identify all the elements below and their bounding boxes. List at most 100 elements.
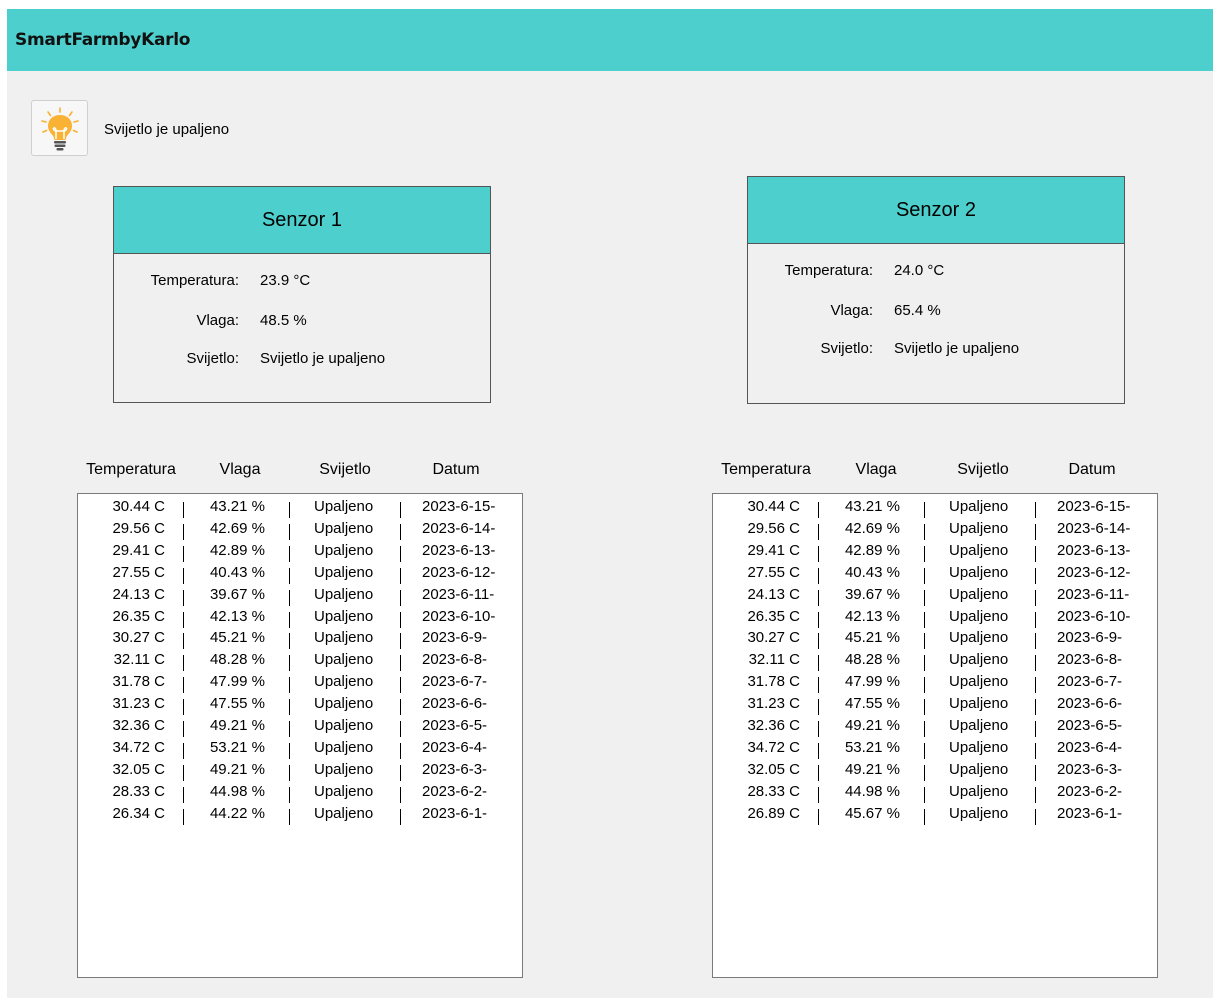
list-item[interactable]: 24.13 C 39.67 % Upaljeno 2023-6-11- xyxy=(78,586,522,608)
list-item[interactable]: 32.11 C 48.28 % Upaljeno 2023-6-8- xyxy=(78,651,522,673)
column-separator xyxy=(289,677,290,694)
cell-light: Upaljeno xyxy=(314,585,374,603)
list-item[interactable]: 29.41 C 42.89 % Upaljeno 2023-6-13- xyxy=(78,542,522,564)
list-item[interactable]: 30.27 C 45.21 % Upaljeno 2023-6-9- xyxy=(78,629,522,651)
column-separator xyxy=(400,699,401,716)
cell-humidity: 53.21 % xyxy=(209,738,265,756)
history-list-sensor-2[interactable]: 30.44 C 43.21 % Upaljeno 2023-6-15- 29.56 C 4… xyxy=(712,493,1158,978)
list-item[interactable]: 26.89 C 45.67 % Upaljeno 2023-6-1- xyxy=(713,805,1157,827)
cell-temperature: 30.27 C xyxy=(747,629,800,647)
column-separator xyxy=(924,502,925,518)
column-separator xyxy=(1035,545,1036,562)
list-item[interactable]: 27.55 C 40.43 % Upaljeno 2023-6-12- xyxy=(713,564,1157,586)
cell-date: 2023-6-14- xyxy=(422,519,496,537)
cell-date: 2023-6-3- xyxy=(422,760,488,778)
cell-light: Upaljeno xyxy=(949,782,1009,800)
list-item[interactable]: 29.41 C 42.89 % Upaljeno 2023-6-13- xyxy=(713,542,1157,564)
column-separator xyxy=(1035,764,1036,781)
column-separator xyxy=(924,699,925,716)
list-item[interactable]: 29.56 C 42.69 % Upaljeno 2023-6-14- xyxy=(713,520,1157,542)
column-separator xyxy=(289,655,290,672)
column-separator xyxy=(818,633,819,650)
cell-temperature: 26.89 C xyxy=(747,804,800,822)
list-item[interactable]: 30.27 C 45.21 % Upaljeno 2023-6-9- xyxy=(713,629,1157,651)
cell-date: 2023-6-8- xyxy=(1057,651,1123,669)
sensor-2-card: Senzor 2 Temperatura: 24.0 °C Vlaga: 65.… xyxy=(747,176,1125,404)
cell-humidity: 42.69 % xyxy=(844,519,900,537)
list-item[interactable]: 26.35 C 42.13 % Upaljeno 2023-6-10- xyxy=(713,608,1157,630)
list-item[interactable]: 28.33 C 44.98 % Upaljeno 2023-6-2- xyxy=(78,783,522,805)
column-separator xyxy=(183,742,184,759)
list-item[interactable]: 28.33 C 44.98 % Upaljeno 2023-6-2- xyxy=(713,783,1157,805)
column-separator xyxy=(289,699,290,716)
column-separator xyxy=(183,545,184,562)
cell-date: 2023-6-15- xyxy=(422,498,496,515)
cell-temperature: 32.11 C xyxy=(113,651,165,669)
list-item[interactable]: 26.35 C 42.13 % Upaljeno 2023-6-10- xyxy=(78,608,522,630)
cell-temperature: 29.41 C xyxy=(747,541,800,559)
cell-light: Upaljeno xyxy=(949,498,1009,515)
column-separator xyxy=(1035,677,1036,694)
cell-temperature: 27.55 C xyxy=(112,563,165,581)
light-toggle-button[interactable] xyxy=(31,100,88,156)
column-separator xyxy=(1035,655,1036,672)
column-header-temperature: Temperatura xyxy=(86,461,176,478)
column-separator xyxy=(924,611,925,628)
column-separator xyxy=(289,764,290,781)
cell-light: Upaljeno xyxy=(314,782,374,800)
cell-light: Upaljeno xyxy=(949,673,1009,691)
column-separator xyxy=(924,523,925,540)
column-separator xyxy=(1035,611,1036,628)
list-item[interactable]: 24.13 C 39.67 % Upaljeno 2023-6-11- xyxy=(713,586,1157,608)
cell-light: Upaljeno xyxy=(314,563,374,581)
list-item[interactable]: 32.11 C 48.28 % Upaljeno 2023-6-8- xyxy=(713,651,1157,673)
list-item[interactable]: 31.23 C 47.55 % Upaljeno 2023-6-6- xyxy=(713,695,1157,717)
sensor-1-title: Senzor 1 xyxy=(114,187,490,254)
cell-humidity: 47.55 % xyxy=(209,695,265,713)
column-separator xyxy=(400,589,401,606)
cell-date: 2023-6-6- xyxy=(422,695,488,713)
humidity-label: Vlaga: xyxy=(830,302,873,319)
list-item[interactable]: 30.44 C 43.21 % Upaljeno 2023-6-15- xyxy=(78,498,522,520)
column-separator xyxy=(1035,523,1036,540)
history-list-sensor-1[interactable]: 30.44 C 43.21 % Upaljeno 2023-6-15- 29.56 C 4… xyxy=(77,493,523,978)
cell-light: Upaljeno xyxy=(314,673,374,691)
list-item[interactable]: 32.36 C 49.21 % Upaljeno 2023-6-5- xyxy=(713,717,1157,739)
list-item[interactable]: 31.78 C 47.99 % Upaljeno 2023-6-7- xyxy=(713,673,1157,695)
list-item[interactable]: 29.56 C 42.69 % Upaljeno 2023-6-14- xyxy=(78,520,522,542)
column-separator xyxy=(183,633,184,650)
column-separator xyxy=(1035,699,1036,716)
cell-date: 2023-6-10- xyxy=(1057,607,1131,625)
column-separator xyxy=(183,567,184,584)
title-bar: SmartFarmbyKarlo xyxy=(7,9,1213,71)
cell-humidity: 43.21 % xyxy=(209,498,265,515)
column-separator xyxy=(183,611,184,628)
column-separator xyxy=(183,589,184,606)
column-separator xyxy=(818,721,819,737)
list-item[interactable]: 34.72 C 53.21 % Upaljeno 2023-6-4- xyxy=(78,739,522,761)
sensor-1-humidity: 48.5 % xyxy=(260,312,307,329)
lightbulb-icon xyxy=(41,107,79,151)
list-item[interactable]: 31.78 C 47.99 % Upaljeno 2023-6-7- xyxy=(78,673,522,695)
cell-temperature: 31.78 C xyxy=(747,673,800,691)
cell-date: 2023-6-1- xyxy=(1057,804,1123,822)
column-header-humidity: Vlaga xyxy=(219,461,261,478)
list-item[interactable]: 26.34 C 44.22 % Upaljeno 2023-6-1- xyxy=(78,805,522,827)
list-item[interactable]: 32.36 C 49.21 % Upaljeno 2023-6-5- xyxy=(78,717,522,739)
list-item[interactable]: 27.55 C 40.43 % Upaljeno 2023-6-12- xyxy=(78,564,522,586)
column-separator xyxy=(183,699,184,716)
cell-light: Upaljeno xyxy=(314,804,374,822)
cell-light: Upaljeno xyxy=(949,717,1009,734)
light-label: Svijetlo: xyxy=(820,340,873,357)
column-separator xyxy=(289,567,290,584)
list-item[interactable]: 34.72 C 53.21 % Upaljeno 2023-6-4- xyxy=(713,739,1157,761)
list-item[interactable]: 31.23 C 47.55 % Upaljeno 2023-6-6- xyxy=(78,695,522,717)
column-separator xyxy=(289,742,290,759)
list-item[interactable]: 30.44 C 43.21 % Upaljeno 2023-6-15- xyxy=(713,498,1157,520)
app-title: SmartFarmbyKarlo xyxy=(15,30,191,50)
cell-light: Upaljeno xyxy=(314,760,374,778)
cell-light: Upaljeno xyxy=(949,519,1009,537)
list-item[interactable]: 32.05 C 49.21 % Upaljeno 2023-6-3- xyxy=(713,761,1157,783)
cell-temperature: 24.13 C xyxy=(112,585,165,603)
list-item[interactable]: 32.05 C 49.21 % Upaljeno 2023-6-3- xyxy=(78,761,522,783)
